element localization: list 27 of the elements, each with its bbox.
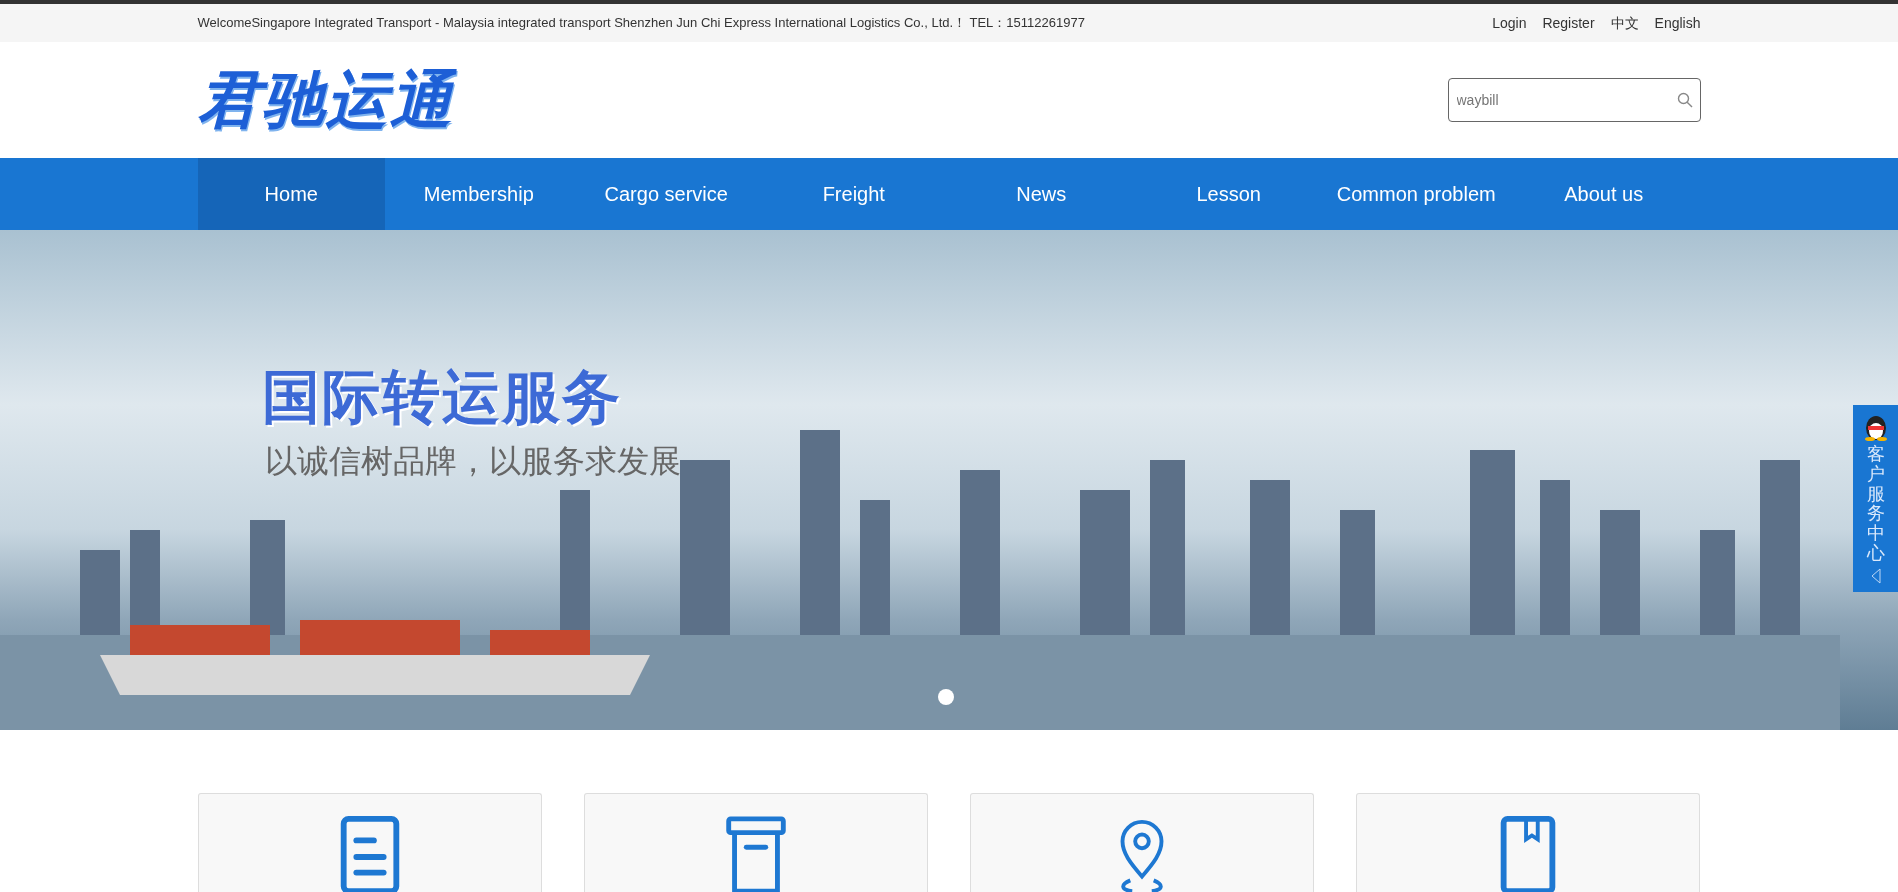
nav-item[interactable]: News — [947, 158, 1135, 230]
nav-item[interactable]: About us — [1510, 158, 1698, 230]
top-link[interactable]: English — [1654, 12, 1701, 34]
top-link[interactable]: Login — [1492, 12, 1527, 34]
nav-item[interactable]: Home — [197, 158, 385, 230]
service-card[interactable] — [970, 793, 1315, 892]
banner-title: 国际转运服务 — [262, 368, 622, 426]
search-icon[interactable] — [1676, 92, 1693, 108]
side-tab-label: 客户服务中心 — [1866, 445, 1885, 564]
top-link[interactable]: Register — [1542, 12, 1595, 34]
banner-subtitle: 以诚信树品牌，以服务求发展 — [265, 445, 681, 477]
nav-item[interactable]: Cargo service — [572, 158, 760, 230]
penguin-icon — [1862, 413, 1889, 441]
box-icon — [725, 816, 786, 892]
search-field[interactable]: waybill — [1447, 78, 1701, 122]
service-card[interactable] — [583, 793, 928, 892]
customer-service-tab[interactable]: 客户服务中心 — [1853, 405, 1898, 592]
collapse-arrow-icon[interactable] — [1870, 567, 1881, 584]
nav-item[interactable]: Freight — [760, 158, 948, 230]
service-card[interactable] — [197, 793, 542, 892]
nav-item[interactable]: Common problem — [1322, 158, 1510, 230]
document-icon — [339, 816, 400, 892]
nav-item[interactable]: Lesson — [1135, 158, 1323, 230]
welcome-text: WelcomeSingapore Integrated Transport - Malaysia integrated transport Shenzhen Jun Chi Express International Logistics Co., Ltd.！ TEL：15112261977 — [197, 14, 1085, 33]
top-link[interactable]: 中文 — [1610, 12, 1639, 34]
nav-item[interactable]: Membership — [385, 158, 573, 230]
service-card[interactable] — [1356, 793, 1701, 892]
